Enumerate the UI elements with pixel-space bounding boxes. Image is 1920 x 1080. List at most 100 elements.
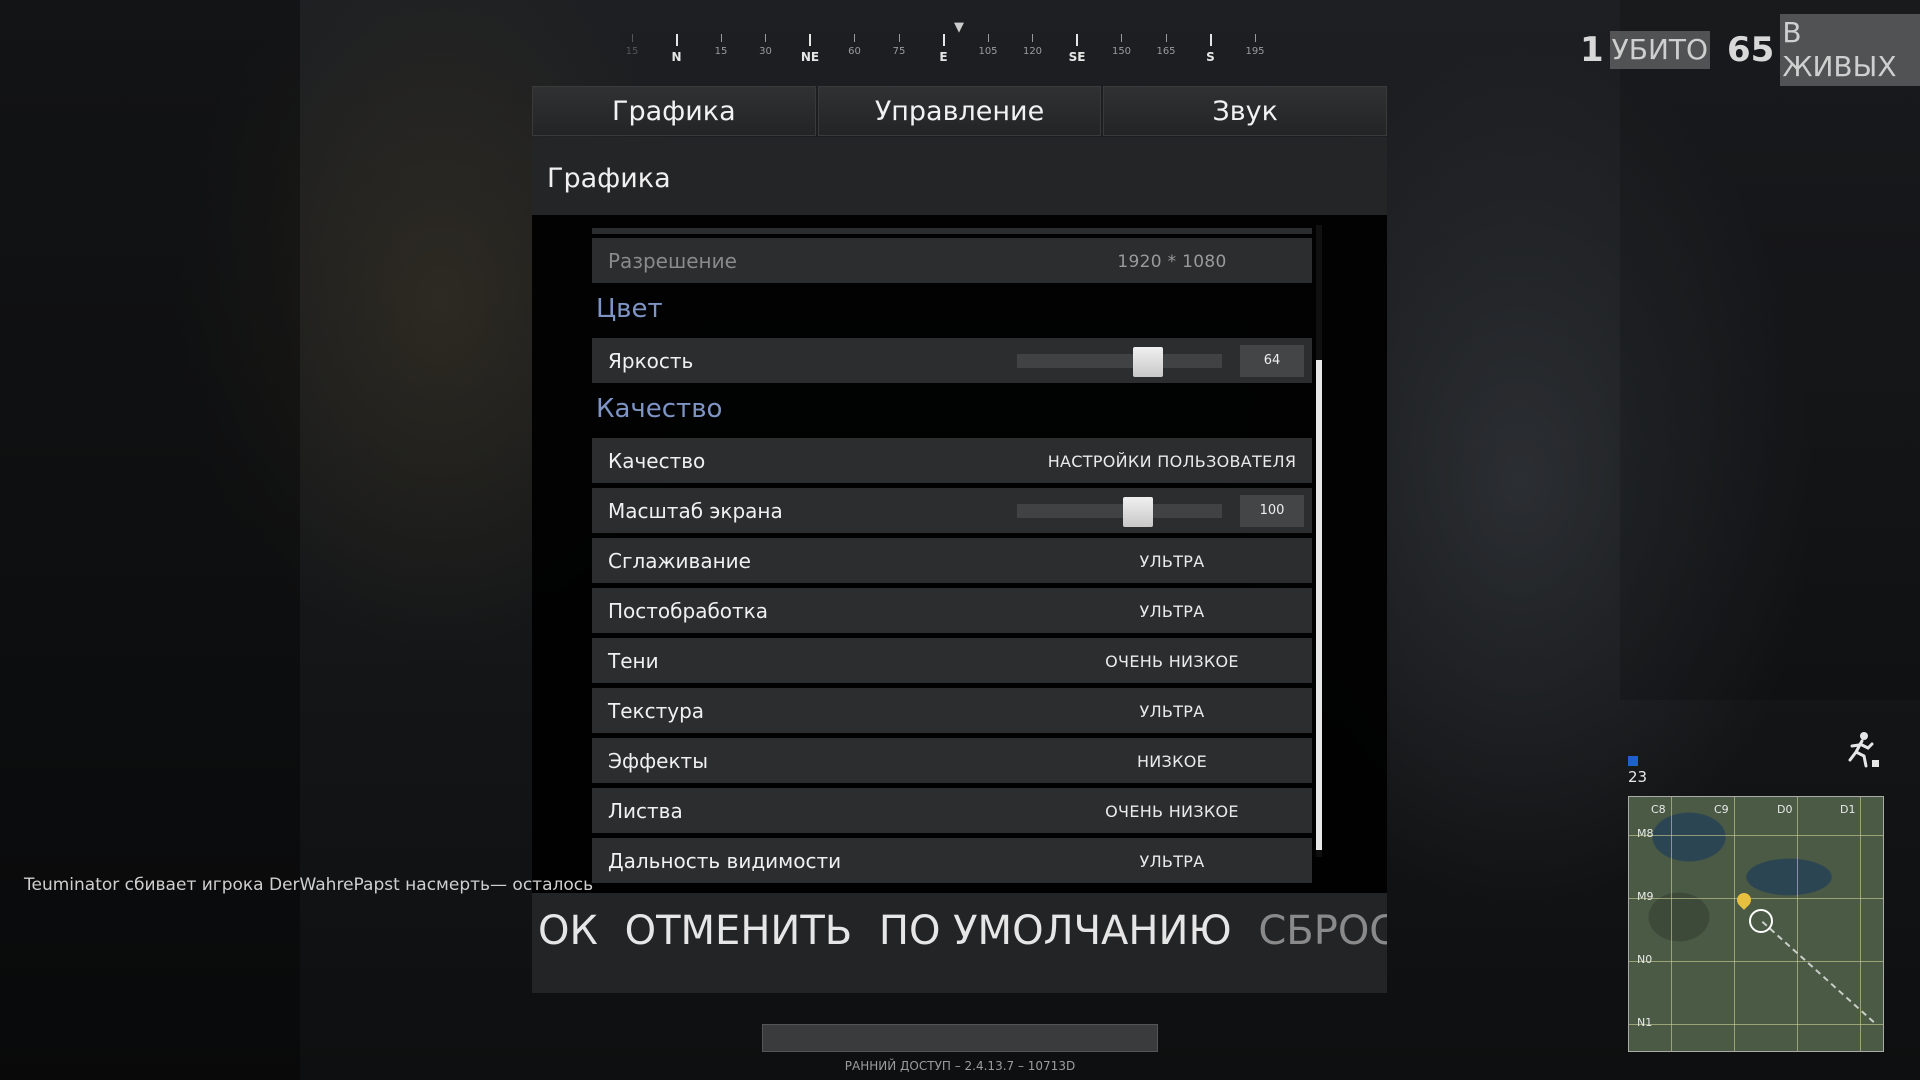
setting-view-distance[interactable]: Дальность видимости УЛЬТРА	[592, 838, 1312, 883]
compass-tick	[809, 34, 811, 46]
compass-tick	[631, 34, 633, 42]
panel-title: Графика	[547, 163, 671, 194]
brightness-slider[interactable]	[1017, 347, 1222, 377]
compass-mark: 60	[835, 34, 875, 57]
compass-pointer-icon: ▼	[954, 20, 964, 35]
grid-label: D1	[1840, 803, 1856, 816]
compass-mark: 75	[879, 34, 919, 57]
tab-sound[interactable]: Звук	[1103, 86, 1388, 136]
settings-list[interactable]: Разрешение 1920 * 1080 Цвет Яркость 64 К…	[592, 228, 1312, 893]
setting-value: УЛЬТРА	[1139, 702, 1205, 721]
grid-label: N0	[1637, 953, 1653, 966]
setting-value: ОЧЕНЬ НИЗКОЕ	[1105, 652, 1239, 671]
alive-label: В ЖИВЫХ	[1780, 14, 1920, 86]
screen-scale-slider[interactable]	[1017, 497, 1222, 527]
compass-mark: 120	[1013, 34, 1053, 57]
brightness-value-box[interactable]: 64	[1240, 345, 1304, 377]
setting-label: Качество	[608, 449, 706, 473]
compass-label: 150	[1111, 46, 1132, 57]
setting-effects[interactable]: Эффекты НИЗКОЕ	[592, 738, 1312, 783]
tab-controls[interactable]: Управление	[817, 86, 1102, 136]
setting-texture[interactable]: Текстура УЛЬТРА	[592, 688, 1312, 733]
setting-resolution[interactable]: Разрешение 1920 * 1080	[592, 238, 1312, 283]
setting-shadows[interactable]: Тени ОЧЕНЬ НИЗКОЕ	[592, 638, 1312, 683]
compass-label: NE	[800, 50, 820, 64]
kill-feed-message: Teuminator сбивает игрока DerWahrePapst …	[24, 875, 594, 895]
screen-scale-slider-handle[interactable]	[1122, 497, 1153, 527]
compass-tick	[720, 34, 722, 42]
setting-antialiasing[interactable]: Сглаживание УЛЬТРА	[592, 538, 1312, 583]
compass-mark: 105	[968, 34, 1008, 57]
list-top-strip	[592, 228, 1312, 234]
compass-mark: 150	[1102, 34, 1142, 57]
compass-label: 75	[892, 46, 906, 57]
alive-number: 65	[1727, 30, 1775, 70]
setting-value: УЛЬТРА	[1139, 552, 1205, 571]
ok-button[interactable]: ОК	[538, 908, 598, 954]
settings-panel: Разрешение 1920 * 1080 Цвет Яркость 64 К…	[532, 215, 1387, 893]
grid-label: C9	[1714, 803, 1729, 816]
setting-postprocessing[interactable]: Постобработка УЛЬТРА	[592, 588, 1312, 633]
minimap[interactable]: C8 C9 D0 D1 M8 M9 N0 N1	[1628, 796, 1884, 1052]
setting-value: НИЗКОЕ	[1136, 752, 1208, 771]
compass-mark: 30	[746, 34, 786, 57]
scrollbar-thumb[interactable]	[1316, 360, 1322, 850]
compass-bar: ▼ 15 N 15 30 NE 60 75 E 105 120 SE 150 165 S 195	[600, 20, 1340, 70]
setting-label: Масштаб экрана	[608, 499, 783, 523]
tab-graphics[interactable]: Графика	[532, 86, 816, 136]
compass-tick	[765, 34, 766, 42]
compass-label: S	[1206, 50, 1215, 64]
setting-quality[interactable]: Качество НАСТРОЙКИ ПОЛЬЗОВАТЕЛЯ	[592, 438, 1312, 483]
background-shadow-left	[0, 0, 300, 1080]
compass-tick	[1121, 34, 1122, 42]
setting-screen-scale: Масштаб экрана 100	[592, 488, 1312, 533]
compass-tick	[675, 34, 678, 46]
grid-label: N1	[1637, 1016, 1653, 1029]
reset-button[interactable]: СБРОСИТЬ	[1258, 908, 1387, 954]
grid-label: D0	[1777, 803, 1793, 816]
compass-tick	[1165, 34, 1167, 42]
compass-tick	[854, 34, 855, 42]
screen-scale-value-box[interactable]: 100	[1240, 495, 1304, 527]
settings-tabs: Графика Управление Звук	[532, 86, 1388, 136]
chat-input-box[interactable]	[762, 1024, 1158, 1052]
default-button[interactable]: ПО УМОЛЧАНИЮ	[879, 908, 1232, 954]
compass-label: 120	[1022, 46, 1043, 57]
cancel-button[interactable]: ОТМЕНИТЬ	[625, 908, 853, 954]
compass-mark: SE	[1057, 34, 1097, 64]
setting-label: Эффекты	[608, 749, 708, 773]
compass-tick	[987, 34, 989, 42]
grid-label: C8	[1651, 803, 1666, 816]
brightness-slider-handle[interactable]	[1133, 347, 1164, 377]
setting-value: УЛЬТРА	[1139, 602, 1205, 621]
compass-mark: NE	[790, 34, 830, 64]
setting-foliage[interactable]: Листва ОЧЕНЬ НИЗКОЕ	[592, 788, 1312, 833]
team-number: 23	[1628, 768, 1648, 786]
setting-value: ОЧЕНЬ НИЗКОЕ	[1105, 802, 1239, 821]
compass-label: 165	[1156, 46, 1176, 57]
compass-mark: 15	[701, 34, 741, 57]
section-color: Цвет	[596, 294, 663, 324]
compass-label: 15	[625, 46, 639, 57]
grid-label: M8	[1637, 827, 1654, 840]
kills-counter: 1 УБИТО	[1580, 30, 1711, 70]
compass-mark: 15	[612, 34, 652, 57]
panel-header: Графика	[532, 137, 1387, 215]
compass-label: 60	[848, 46, 861, 57]
compass-tick	[898, 34, 900, 42]
kills-label: УБИТО	[1609, 31, 1711, 69]
setting-label: Дальность видимости	[608, 849, 842, 873]
compass-label: SE	[1068, 50, 1086, 64]
compass-label: 195	[1245, 46, 1265, 57]
compass-label: E	[939, 50, 948, 64]
running-stance-icon	[1848, 732, 1879, 768]
setting-value: УЛЬТРА	[1139, 852, 1205, 871]
compass-tick	[1209, 34, 1212, 46]
setting-label: Яркость	[608, 349, 694, 373]
compass-tick	[1254, 34, 1256, 42]
compass-tick	[942, 34, 945, 46]
team-color-marker	[1628, 756, 1638, 766]
setting-label: Текстура	[608, 699, 705, 723]
compass-mark: 195	[1235, 34, 1275, 57]
alive-counter: 65 В ЖИВЫХ	[1727, 14, 1920, 86]
